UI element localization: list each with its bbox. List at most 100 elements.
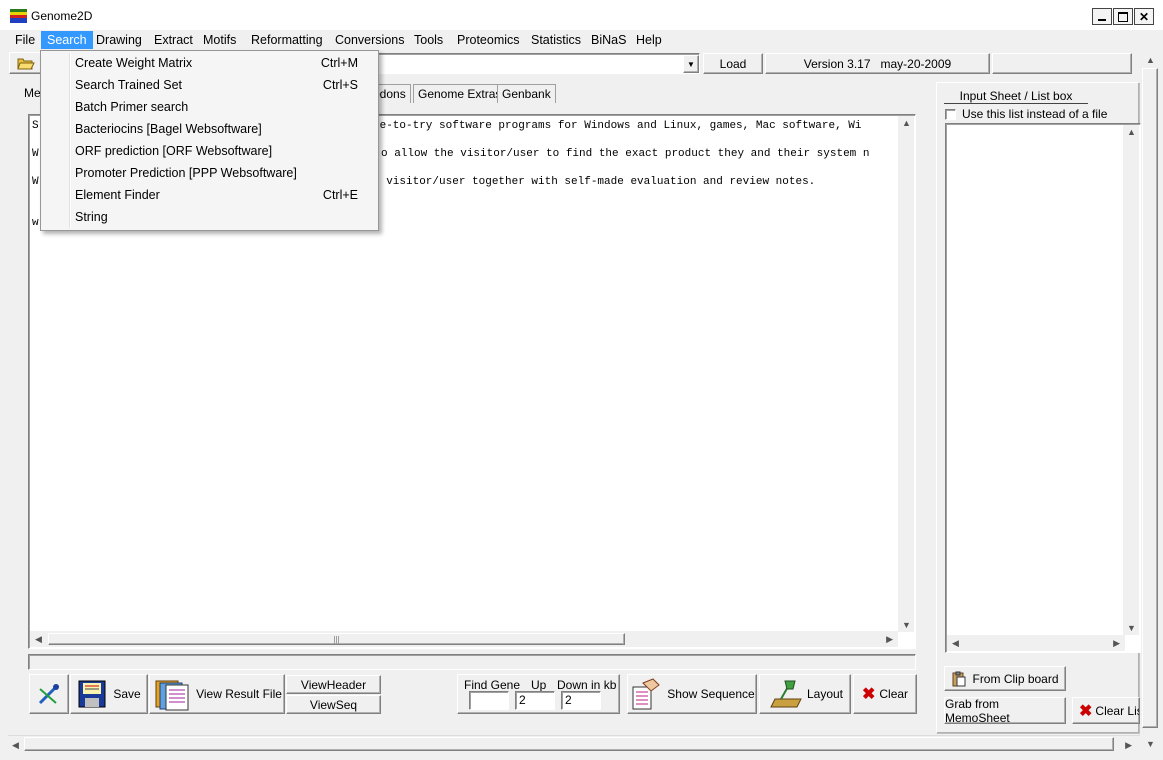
find-gene-input[interactable] [469,691,509,710]
save-label: Save [113,687,141,701]
show-sequence-button[interactable]: Show Sequence [627,674,757,714]
maximize-button[interactable] [1113,8,1133,25]
input-sheet-title: Input Sheet / List box [944,89,1088,104]
horizontal-scroll-thumb[interactable]: ||| [48,633,625,645]
shortcut-ctrl-m: Ctrl+M [320,56,358,70]
window-scroll-down-icon: ▼ [1146,739,1155,749]
memo-horizontal-scrollbar[interactable]: ◀ ||| ▶ [30,631,898,647]
from-clipboard-label: From Clip board [972,671,1059,686]
clear-label: Clear [879,687,909,701]
view-result-file-button[interactable]: View Result File [149,674,285,714]
menu-reformatting[interactable]: Reformatting [245,31,329,49]
title-bar: Genome2D ✕ [0,0,1163,31]
menu-conversions[interactable]: Conversions [329,31,410,49]
combobox-dropdown-button[interactable]: ▼ [683,55,699,73]
version-panel: Version 3.17 may-20-2009 [765,53,990,74]
memo-line-2: o allow the visitor/user to find the exa… [381,148,870,160]
window-scroll-right-icon: ▶ [1125,740,1132,750]
use-list-checkbox[interactable] [945,109,956,120]
sequence-hand-icon [632,678,661,710]
menu-item-string[interactable]: String [75,207,108,227]
menu-binas[interactable]: BiNaS [585,31,632,49]
version-label: Version 3.17 may-20-2009 [803,56,952,71]
save-button[interactable]: Save [70,674,148,714]
menu-item-promoter-prediction[interactable]: Promoter Prediction [PPP Websoftware] [75,163,297,183]
menu-file[interactable]: File [9,31,41,49]
chevron-down-icon: ▼ [687,59,695,69]
window-vscroll-thumb[interactable] [1142,68,1158,728]
view-header-label: ViewHeader [300,677,367,692]
view-header-button[interactable]: ViewHeader [286,675,381,694]
view-seq-label: ViewSeq [309,697,358,712]
menu-item-bacteriocins[interactable]: Bacteriocins [Bagel Websoftware] [75,119,262,139]
result-files-icon [155,680,189,711]
window-title: Genome2D [31,9,93,23]
maximize-icon [1118,11,1128,22]
menu-motifs[interactable]: Motifs [197,31,242,49]
memo-vertical-scrollbar[interactable]: ▲ ▼ [898,116,914,632]
list-scroll-down-icon: ▼ [1127,623,1136,633]
window-scroll-left-icon: ◀ [12,740,19,750]
menu-extract[interactable]: Extract [148,31,199,49]
menu-search[interactable]: Search [41,31,93,49]
from-clipboard-button[interactable]: From Clip board [944,666,1066,691]
window-vertical-scrollbar[interactable]: ▲ ▼ [1141,52,1159,752]
scroll-left-icon: ◀ [35,634,42,644]
menu-proteomics[interactable]: Proteomics [451,31,526,49]
listbox-horizontal-scrollbar[interactable]: ◀ ▶ [947,635,1125,651]
floppy-disk-icon [78,680,106,708]
search-dropdown-menu: Create Weight Matrix Ctrl+M Search Train… [40,50,379,231]
menu-drawing[interactable]: Drawing [90,31,148,49]
scroll-down-icon: ▼ [902,620,911,630]
memo-line-4-start: w [32,217,39,229]
menu-item-search-trained-set[interactable]: Search Trained Set [75,75,182,95]
menu-tools[interactable]: Tools [408,31,449,49]
memo-line-1: ee-to-try software programs for Windows … [373,120,862,132]
find-gene-label: Find Gene [464,678,521,692]
layout-label: Layout [806,687,844,701]
clear-button[interactable]: ✖ Clear [853,674,917,714]
shortcut-ctrl-s: Ctrl+S [322,78,358,92]
close-icon: ✕ [1138,9,1150,24]
close-button[interactable]: ✕ [1134,8,1154,25]
window-horizontal-scrollbar[interactable]: ◀ ▶ [8,735,1140,753]
memo-line-1-start: S [32,120,39,132]
tab-genbank[interactable]: Genbank [497,84,556,103]
layout-button[interactable]: Layout [759,674,851,714]
menu-bar: File Search Drawing Extract Motifs Refor… [0,30,1163,50]
clear-list-button[interactable]: ✖ Clear List [1072,697,1140,724]
tool-button[interactable] [29,674,69,714]
input-sheet-listbox[interactable]: ▲ ▼ ◀ ▶ [945,123,1141,653]
menu-item-orf-prediction[interactable]: ORF prediction [ORF Websoftware] [75,141,272,161]
menu-gutter [69,53,71,228]
grab-memosheet-label: Grab from MemoSheet [945,696,1010,725]
use-list-label: Use this list instead of a file [962,107,1108,121]
listbox-vertical-scrollbar[interactable]: ▲ ▼ [1123,125,1139,635]
minimize-icon [1098,18,1106,21]
show-sequence-label: Show Sequence [667,687,755,701]
layout-lamp-icon [770,680,802,708]
minimize-button[interactable] [1092,8,1112,25]
list-scroll-right-icon: ▶ [1113,638,1120,648]
memo-line-3-start: W [32,176,39,188]
menu-item-create-weight-matrix[interactable]: Create Weight Matrix [75,53,192,73]
menu-statistics[interactable]: Statistics [525,31,587,49]
clear-list-label: Clear List [1095,703,1139,718]
tab-genome-extras[interactable]: Genome Extras [413,84,507,103]
up-input[interactable]: 2 [515,691,555,710]
input-sheet-panel: Input Sheet / List box Use this list ins… [936,82,1141,734]
memo-line-3: e visitor/user together with self-made e… [373,176,816,188]
menu-item-element-finder[interactable]: Element Finder [75,185,160,205]
window-scroll-thumb[interactable] [24,737,1114,751]
view-result-file-label: View Result File [196,687,282,701]
window-scroll-up-icon: ▲ [1146,55,1155,65]
menu-help[interactable]: Help [630,31,668,49]
grab-memosheet-button[interactable]: Grab from MemoSheet [944,696,1066,725]
menu-item-batch-primer-search[interactable]: Batch Primer search [75,97,188,117]
down-in-kb-input[interactable]: 2 [561,691,601,710]
list-scroll-up-icon: ▲ [1127,127,1136,137]
view-seq-button[interactable]: ViewSeq [286,695,381,714]
clear-icon: ✖ [861,686,876,703]
load-button[interactable]: Load [703,53,763,74]
open-file-button[interactable] [9,52,42,74]
